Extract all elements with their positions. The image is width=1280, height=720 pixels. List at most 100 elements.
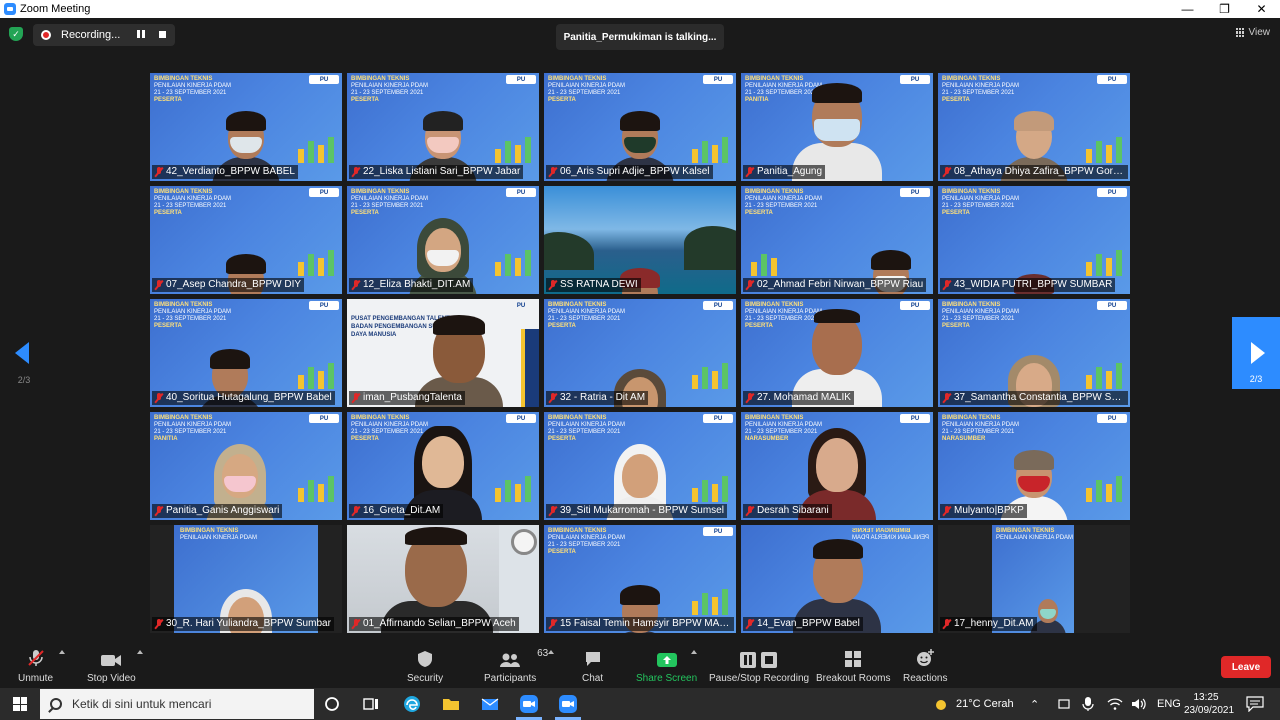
page-indicator-left: 2/3 bbox=[17, 375, 31, 385]
video-tile[interactable]: BIMBINGAN TEKNIS PENILAIAN KINERJA PDAM 21… bbox=[741, 73, 933, 181]
video-tile[interactable]: BIMBINGAN TEKNIS PENILAIAN KINERJA PDAM 21… bbox=[938, 412, 1130, 520]
video-tile[interactable]: BIMBINGAN TEKNIS PENILAIAN KINERJA PDAM 21… bbox=[150, 412, 342, 520]
pause-recording-button[interactable] bbox=[137, 30, 147, 40]
encryption-shield-icon[interactable]: ✓ bbox=[9, 27, 23, 41]
participant-name: iman_PusbangTalenta bbox=[349, 391, 465, 405]
zoom-taskbar-icon[interactable] bbox=[519, 694, 539, 714]
edge-browser-icon[interactable] bbox=[402, 694, 422, 714]
window-title: Zoom Meeting bbox=[20, 3, 91, 15]
participant-name: 14_Evan_BPPW Babel bbox=[743, 617, 863, 631]
video-options-caret-icon[interactable] bbox=[137, 650, 143, 654]
muted-mic-icon bbox=[154, 166, 164, 178]
video-tile[interactable]: BIMBINGAN TEKNIS PENILAIAN KINERJA PDAM 21… bbox=[347, 186, 539, 294]
video-tile[interactable]: BIMBINGAN TEKNIS PENILAIAN KINERJA PDAM 21… bbox=[150, 73, 342, 181]
wifi-icon[interactable] bbox=[1107, 688, 1123, 720]
maximize-button[interactable]: ❐ bbox=[1206, 0, 1243, 18]
mic-muted-icon bbox=[26, 648, 46, 668]
view-button[interactable]: View bbox=[1235, 27, 1270, 38]
pupr-logo: PU bbox=[703, 301, 733, 310]
microphone-tray-icon[interactable] bbox=[1082, 688, 1094, 720]
system-clock[interactable]: 13:25 23/09/2021 bbox=[1184, 691, 1234, 717]
participants-options-caret-icon[interactable] bbox=[548, 650, 554, 654]
recording-label: Recording... bbox=[61, 29, 121, 41]
muted-mic-icon bbox=[351, 392, 361, 404]
pupr-logo: PU bbox=[506, 301, 536, 310]
video-tile[interactable]: BIMBINGAN TEKNIS PENILAIAN KINERJA PDAM 21… bbox=[347, 412, 539, 520]
weather-widget[interactable]: 21°C Cerah bbox=[934, 688, 1014, 720]
zoom-app-icon bbox=[4, 3, 16, 15]
pupr-logo: PU bbox=[900, 301, 930, 310]
pupr-logo: PU bbox=[309, 301, 339, 310]
unmute-button[interactable]: Unmute bbox=[18, 648, 53, 684]
participant-name: 39_Siti Mukarromah - BPPW Sumsel bbox=[546, 504, 727, 518]
video-tile[interactable]: BIMBINGAN TEKNIS PENILAIAN KINERJA PDAM 21… bbox=[938, 186, 1130, 294]
video-tile[interactable]: BIMBINGAN TEKNIS PENILAIAN KINERJA PDAM 3… bbox=[150, 525, 342, 633]
security-button[interactable]: Security bbox=[407, 648, 443, 684]
participant-name: 01_Affirnando Selian_BPPW Aceh bbox=[349, 617, 519, 631]
video-tile[interactable]: BIMBINGAN TEKNIS PENILAIAN KINERJA PDAM 21… bbox=[938, 73, 1130, 181]
video-tile[interactable]: BIMBINGAN TEKNIS PENILAIAN KINERJA PDAM 1… bbox=[938, 525, 1130, 633]
file-explorer-icon[interactable] bbox=[441, 694, 461, 714]
participant-name: 06_Aris Supri Adjie_BPPW Kalsel bbox=[546, 165, 713, 179]
muted-mic-icon bbox=[154, 279, 164, 291]
muted-mic-icon bbox=[351, 618, 361, 630]
previous-page-button[interactable]: 2/3 bbox=[12, 338, 36, 408]
video-tile[interactable]: BIMBINGAN TEKNIS PENILAIAN KINERJA PDAM 21… bbox=[544, 412, 736, 520]
participants-button[interactable]: 63 Participants bbox=[484, 648, 548, 684]
video-tile[interactable]: BIMBINGAN TEKNIS PENILAIAN KINERJA PDAM 21… bbox=[741, 412, 933, 520]
minimize-button[interactable]: — bbox=[1169, 0, 1206, 18]
video-camera-icon bbox=[100, 648, 122, 668]
stop-recording-button[interactable] bbox=[159, 30, 169, 40]
chevron-left-icon bbox=[15, 342, 29, 364]
share-screen-button[interactable]: Share Screen bbox=[636, 648, 697, 684]
task-view-icon[interactable] bbox=[361, 694, 381, 714]
video-tile[interactable]: BIMBINGAN TEKNIS PENILAIAN KINERJA PDAM 21… bbox=[741, 299, 933, 407]
muted-mic-icon bbox=[154, 392, 164, 404]
security-label: Security bbox=[407, 673, 444, 684]
participant-name: 22_Liska Listiani Sari_BPPW Jabar bbox=[349, 165, 524, 179]
mail-icon[interactable] bbox=[480, 694, 500, 714]
meet-now-icon[interactable] bbox=[1057, 688, 1071, 720]
muted-mic-icon bbox=[942, 392, 952, 404]
video-tile[interactable]: BIMBINGAN TEKNIS PENILAIAN KINERJA PDAM 21… bbox=[544, 525, 736, 633]
reactions-label: Reactions bbox=[903, 673, 948, 684]
participant-name: SS RATNA DEWI bbox=[546, 278, 641, 292]
recording-indicator: Recording... bbox=[33, 24, 175, 46]
video-tile[interactable]: BIMBINGAN TEKNIS PENILAIAN KINERJA PDAM 21… bbox=[741, 186, 933, 294]
next-page-button[interactable]: 2/3 bbox=[1232, 317, 1280, 389]
pause-stop-recording-button[interactable]: Pause/Stop Recording bbox=[709, 648, 809, 684]
video-tile[interactable]: BIMBINGAN TEKNIS PENILAIAN KINERJA PDAM 21… bbox=[347, 73, 539, 181]
show-hidden-icons-chevron-icon[interactable]: ⌃ bbox=[1030, 688, 1039, 720]
video-tile[interactable]: BIMBINGAN TEKNIS PENILAIAN KINERJA PDAM 1… bbox=[741, 525, 933, 633]
video-tile[interactable]: BIMBINGAN TEKNIS PENILAIAN KINERJA PDAM 21… bbox=[544, 299, 736, 407]
chat-button[interactable]: Chat bbox=[582, 648, 603, 684]
breakout-rooms-button[interactable]: Breakout Rooms bbox=[816, 648, 890, 684]
volume-icon[interactable] bbox=[1131, 688, 1147, 720]
notifications-icon[interactable] bbox=[1246, 688, 1264, 720]
stop-video-label: Stop Video bbox=[87, 673, 136, 684]
reactions-button[interactable]: Reactions bbox=[903, 648, 947, 684]
close-button[interactable]: ✕ bbox=[1243, 0, 1280, 18]
cortana-icon[interactable] bbox=[322, 694, 342, 714]
video-tile[interactable]: SS RATNA DEWI bbox=[544, 186, 736, 294]
muted-mic-icon bbox=[942, 505, 952, 517]
zoom-meeting-taskbar-icon[interactable] bbox=[558, 694, 578, 714]
start-button[interactable] bbox=[0, 688, 40, 720]
pupr-logo: PU bbox=[900, 188, 930, 197]
share-options-caret-icon[interactable] bbox=[691, 650, 697, 654]
clock-time: 13:25 bbox=[1193, 692, 1219, 703]
video-tile[interactable]: BIMBINGAN TEKNIS PENILAIAN KINERJA PDAM 21… bbox=[544, 73, 736, 181]
video-tile[interactable]: BIMBINGAN TEKNIS PENILAIAN KINERJA PDAM 21… bbox=[938, 299, 1130, 407]
pupr-logo: PU bbox=[1097, 301, 1127, 310]
language-indicator[interactable]: ENG bbox=[1157, 688, 1181, 720]
video-tile[interactable]: BIMBINGAN TEKNIS PENILAIAN KINERJA PDAM 21… bbox=[150, 186, 342, 294]
muted-mic-icon bbox=[745, 166, 755, 178]
video-tile[interactable]: BIMBINGAN TEKNIS PENILAIAN KINERJA PDAM 21… bbox=[150, 299, 342, 407]
stop-video-button[interactable]: Stop Video bbox=[87, 648, 136, 684]
leave-button[interactable]: Leave bbox=[1221, 656, 1271, 678]
video-tile[interactable]: PU PUSAT PENGEMBANGAN TALENTA BADAN PENGE… bbox=[347, 299, 539, 407]
audio-options-caret-icon[interactable] bbox=[59, 650, 65, 654]
muted-mic-icon bbox=[942, 279, 952, 291]
taskbar-search[interactable]: Ketik di sini untuk mencari bbox=[40, 689, 314, 719]
video-tile[interactable]: 01_Affirnando Selian_BPPW Aceh bbox=[347, 525, 539, 633]
